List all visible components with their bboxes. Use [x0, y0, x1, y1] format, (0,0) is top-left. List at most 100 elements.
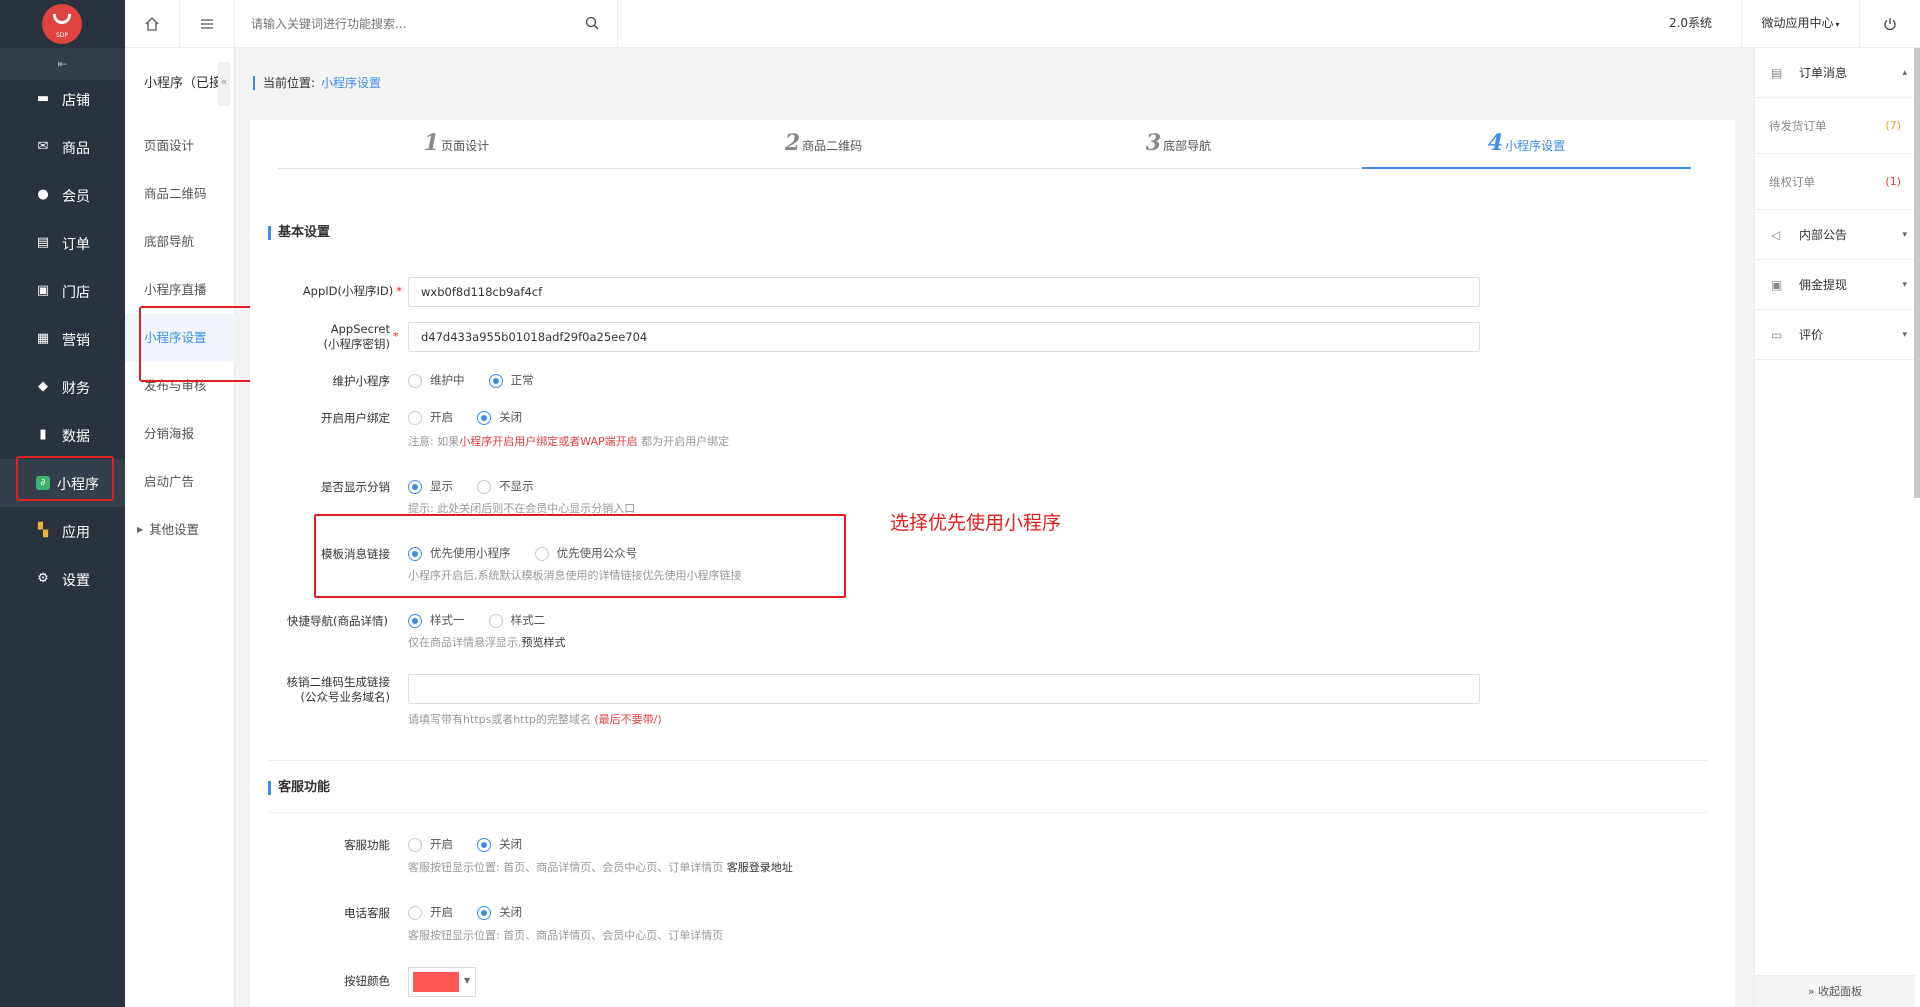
maintain-option-maintaining[interactable]: 维护中	[408, 372, 465, 388]
highlight-box-subnav	[139, 306, 259, 382]
phone-cs-hint: 客服按钮显示位置: 首页、商品详情页、会员中心页、订单详情页	[408, 929, 724, 942]
highlight-box-template	[314, 514, 846, 598]
annotation-text: 选择优先使用小程序	[890, 512, 1062, 534]
apps-icon: ▚	[38, 523, 48, 538]
step-page-design[interactable]: 1 页面设计	[278, 130, 635, 170]
quick-nav-label: 快捷导航(商品详情)	[287, 614, 388, 628]
distribution-option-show[interactable]: 显示	[408, 478, 453, 494]
highlight-box-nav	[16, 456, 114, 501]
panel-order-messages[interactable]: ▤ 订单消息 ▴	[1755, 48, 1915, 98]
bind-hint: 注意: 如果小程序开启用户绑定或者WAP端开启 都为开启用户绑定	[408, 435, 730, 448]
nav-item-member[interactable]: ● 会员	[0, 171, 125, 219]
nav-item-data[interactable]: ▮ 数据	[0, 411, 125, 459]
bind-option-on[interactable]: 开启	[408, 409, 453, 425]
search-input[interactable]	[251, 14, 571, 34]
subnav-item-poster[interactable]: 分销海报	[125, 410, 235, 458]
subnav-item-other[interactable]: ▶ 其他设置	[125, 506, 235, 554]
distribution-option-hide[interactable]: 不显示	[477, 478, 534, 494]
app-center-dropdown[interactable]: 微动应用中心 ▾	[1742, 0, 1860, 48]
panel-review[interactable]: ▭ 评价 ▾	[1755, 310, 1915, 360]
power-icon	[1884, 18, 1896, 31]
chevron-down-icon: ▾	[1835, 20, 1840, 29]
store-icon: ▬	[36, 91, 50, 106]
chevron-down-icon: ▾	[1902, 330, 1907, 340]
system-version-link[interactable]: 2.0系统	[1640, 0, 1742, 48]
subnav-collapse-icon[interactable]: «	[218, 62, 230, 106]
menu-toggle-button[interactable]	[180, 0, 235, 48]
chevron-down-icon: ▾	[1902, 230, 1907, 240]
panel-internal-notice[interactable]: ◁ 内部公告 ▾	[1755, 210, 1915, 260]
appsecret-input[interactable]: d47d433a955b01018adf29f0a25ee704	[408, 322, 1480, 352]
search-icon[interactable]	[585, 16, 599, 30]
nav-item-shop[interactable]: ▣ 门店	[0, 267, 125, 315]
home-icon	[145, 17, 159, 31]
home-button[interactable]	[125, 0, 180, 48]
distribution-radio-group: 显示 不显示	[408, 478, 554, 494]
logout-button[interactable]	[1860, 0, 1920, 48]
maintain-option-normal[interactable]: 正常	[488, 372, 534, 388]
breadcrumb-current[interactable]: 小程序设置	[321, 76, 381, 90]
nav-item-marketing[interactable]: ▦ 营销	[0, 315, 125, 363]
maintain-label: 维护小程序	[332, 374, 391, 388]
caret-right-icon: ▶	[137, 525, 144, 534]
active-step-indicator	[1362, 167, 1691, 169]
nav-item-store[interactable]: ▬ 店铺	[0, 75, 125, 123]
panel-commission[interactable]: ▣ 佣金提现 ▾	[1755, 260, 1915, 310]
button-color-label: 按钮颜色	[344, 974, 390, 988]
color-swatch	[413, 972, 459, 992]
quick-nav-option-style2[interactable]: 样式二	[488, 612, 545, 628]
hamburger-icon	[201, 19, 213, 29]
nav-item-apps[interactable]: ▚ 应用	[0, 507, 125, 555]
step-mini-settings[interactable]: 4 小程序设置	[1362, 130, 1691, 170]
nav-item-settings[interactable]: ⚙ 设置	[0, 555, 125, 603]
pending-count: (7)	[1885, 119, 1901, 132]
panel-rights-orders[interactable]: 维权订单 (1)	[1755, 154, 1915, 210]
phone-cs-label: 电话客服	[344, 906, 390, 920]
maintain-radio-group: 维护中 正常	[408, 372, 554, 388]
section-divider	[268, 812, 1708, 813]
logo-badge: SDP	[42, 4, 82, 44]
order-icon: ▤	[36, 235, 50, 250]
clipboard-icon: ▤	[1771, 66, 1783, 80]
gear-icon: ⚙	[37, 571, 49, 586]
subnav-item-bottom-nav[interactable]: 底部导航	[125, 218, 235, 266]
qr-domain-input[interactable]	[408, 674, 1480, 704]
section-divider	[268, 760, 1708, 761]
required-mark: *	[393, 330, 399, 343]
qr-domain-label: 核销二维码生成链接 (公众号业务域名)	[286, 675, 391, 704]
cs-radio-group: 开启 关闭	[408, 836, 542, 852]
appid-input[interactable]: wxb0f8d118cb9af4cf	[408, 277, 1480, 307]
speaker-icon: ◁	[1771, 228, 1781, 242]
chevron-down-icon: ▾	[1902, 280, 1907, 290]
section-basic-heading: 基本设置	[268, 226, 330, 240]
cs-option-off[interactable]: 关闭	[477, 836, 522, 852]
member-icon: ●	[37, 187, 49, 202]
button-color-picker[interactable]: ▼	[408, 967, 476, 997]
quick-nav-option-style1[interactable]: 样式一	[408, 612, 465, 628]
shop-icon: ▣	[36, 283, 50, 298]
goods-icon: ✉	[37, 139, 49, 154]
cs-option-on[interactable]: 开启	[408, 836, 453, 852]
wallet-icon: ▣	[1771, 278, 1783, 292]
subnav-item-goods-qrcode[interactable]: 商品二维码	[125, 170, 235, 218]
step-goods-qrcode[interactable]: 2 商品二维码	[645, 130, 1002, 170]
logo[interactable]: SDP	[0, 0, 125, 48]
panel-pending-orders[interactable]: 待发货订单 (7)	[1755, 98, 1915, 154]
right-panel-scrollbar[interactable]	[1914, 48, 1920, 498]
subnav-item-page-design[interactable]: 页面设计	[125, 122, 235, 170]
distribution-label: 是否显示分销	[321, 480, 390, 494]
collapse-panel-button[interactable]: » 收起面板	[1755, 975, 1915, 1007]
cs-hint: 客服按钮显示位置: 首页、商品详情页、会员中心页、订单详情页 客服登录地址	[408, 861, 793, 874]
nav-item-finance[interactable]: ◆ 财务	[0, 363, 125, 411]
nav-item-goods[interactable]: ✉ 商品	[0, 123, 125, 171]
subnav-item-launch-ad[interactable]: 启动广告	[125, 458, 235, 506]
cs-login-link[interactable]: 客服登录地址	[727, 861, 793, 874]
step-bottom-nav[interactable]: 3 底部导航	[1000, 130, 1357, 170]
phone-cs-option-off[interactable]: 关闭	[477, 904, 522, 920]
bind-radio-group: 开启 关闭	[408, 409, 542, 425]
preview-style-link[interactable]: 预览样式	[522, 636, 566, 649]
nav-item-order[interactable]: ▤ 订单	[0, 219, 125, 267]
bind-option-off[interactable]: 关闭	[477, 409, 522, 425]
phone-cs-option-on[interactable]: 开启	[408, 904, 453, 920]
breadcrumb: 当前位置: 小程序设置	[253, 76, 381, 90]
